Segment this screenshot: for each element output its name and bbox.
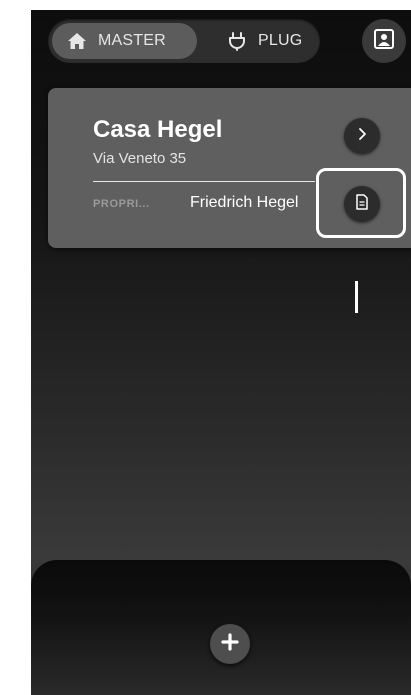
- profile-button[interactable]: [362, 19, 406, 63]
- chevron-right-icon: [356, 127, 368, 146]
- property-name: Casa Hegel: [93, 116, 223, 143]
- plug-icon: [226, 30, 248, 52]
- home-icon: [66, 30, 88, 52]
- plus-icon: [221, 632, 239, 656]
- text-cursor: [355, 281, 358, 313]
- app-screen: MASTER PLUG Casa Hegel Via Veneto 35 PRO…: [31, 10, 411, 695]
- card-divider: [93, 181, 315, 182]
- profile-card-icon: [373, 28, 395, 55]
- tab-plug-label: PLUG: [258, 32, 303, 49]
- owner-label: PROPRI...: [93, 198, 150, 210]
- mode-switcher: MASTER PLUG: [48, 19, 320, 63]
- add-property-button[interactable]: [210, 624, 250, 664]
- open-property-button[interactable]: [344, 118, 380, 154]
- owner-name: Friedrich Hegel: [190, 194, 299, 211]
- documents-highlight: [316, 168, 406, 238]
- property-address: Via Veneto 35: [93, 150, 187, 167]
- tab-master[interactable]: MASTER: [52, 23, 197, 59]
- tab-master-label: MASTER: [98, 32, 166, 49]
- tab-plug[interactable]: PLUG: [208, 23, 318, 59]
